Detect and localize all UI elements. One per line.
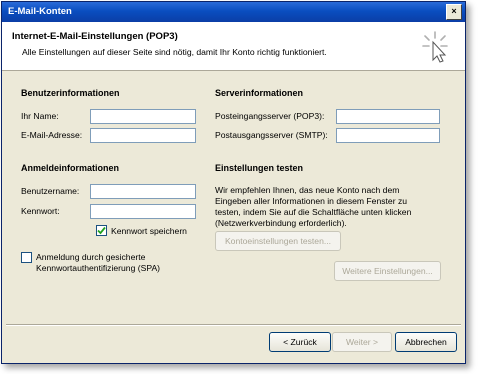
email-field[interactable] <box>90 128 196 143</box>
next-button[interactable]: Weiter > <box>332 332 392 352</box>
test-account-settings-button[interactable]: Kontoeinstellungen testen... <box>215 231 341 251</box>
outgoing-server-label: Postausgangsserver (SMTP): <box>215 130 328 140</box>
test-settings-heading: Einstellungen testen <box>215 163 304 173</box>
name-label: Ihr Name: <box>21 111 59 121</box>
cancel-button[interactable]: Abbrechen <box>395 332 457 352</box>
checkmark-icon <box>97 226 106 235</box>
back-button[interactable]: < Zurück <box>269 332 331 352</box>
email-label: E-Mail-Adresse: <box>21 130 83 140</box>
login-info-heading: Anmeldeinformationen <box>21 163 120 173</box>
email-accounts-dialog: E-Mail-Konten × Internet-E-Mail-Einstell… <box>1 1 466 364</box>
password-label: Kennwort: <box>21 206 60 216</box>
footer-divider <box>6 324 461 326</box>
title-bar: E-Mail-Konten × <box>2 2 465 22</box>
password-field[interactable] <box>90 204 196 219</box>
window-title: E-Mail-Konten <box>8 6 72 17</box>
close-button[interactable]: × <box>446 4 462 20</box>
more-settings-button[interactable]: Weitere Einstellungen... <box>334 261 441 281</box>
outgoing-server-field[interactable] <box>336 128 440 143</box>
spa-label-line1[interactable]: Anmeldung durch gesicherte <box>36 252 145 262</box>
server-info-heading: Serverinformationen <box>215 88 304 98</box>
spa-checkbox[interactable] <box>21 252 32 263</box>
username-field[interactable] <box>90 184 196 199</box>
spa-label-line2[interactable]: Kennwortauthentifizierung (SPA) <box>36 263 160 273</box>
test-settings-description: Wir empfehlen Ihnen, das neue Konto nach… <box>215 185 412 228</box>
remember-password-checkbox[interactable] <box>96 225 107 236</box>
user-info-heading: Benutzerinformationen <box>21 88 120 98</box>
wizard-header: Internet-E-Mail-Einstellungen (POP3) All… <box>2 22 465 71</box>
remember-password-label[interactable]: Kennwort speichern <box>111 226 187 236</box>
cursor-click-icon <box>422 31 448 63</box>
incoming-server-field[interactable] <box>336 109 440 124</box>
page-title: Internet-E-Mail-Einstellungen (POP3) <box>12 31 178 42</box>
page-subtitle: Alle Einstellungen auf dieser Seite sind… <box>22 47 327 57</box>
incoming-server-label: Posteingangsserver (POP3): <box>215 111 325 121</box>
username-label: Benutzername: <box>21 186 80 196</box>
name-field[interactable] <box>90 109 196 124</box>
